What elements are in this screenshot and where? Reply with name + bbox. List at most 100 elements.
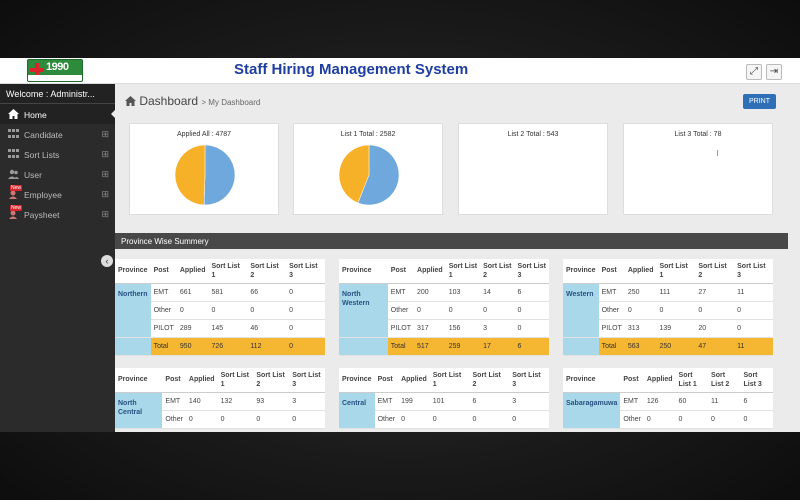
page-title: Dashboard xyxy=(139,94,199,108)
collapse-sidebar-button[interactable]: ‹ xyxy=(101,255,113,267)
list1-pie-chart xyxy=(339,145,399,205)
column-header: Sort List 2 xyxy=(695,259,735,284)
column-header: Post xyxy=(620,368,644,393)
chart-mark xyxy=(717,150,718,156)
column-header: Province xyxy=(563,259,599,284)
sidebar-item-home[interactable]: Home xyxy=(0,104,116,124)
card-title: List 3 Total : 78 xyxy=(674,131,722,138)
total-cell: 112 xyxy=(247,337,287,356)
sidebar-item-employee[interactable]: New Employee ⊞ xyxy=(0,184,115,204)
table-cell: 0 xyxy=(695,301,735,320)
home-icon xyxy=(125,96,136,106)
table-cell: 661 xyxy=(176,283,209,302)
section-title: Province Wise Summery xyxy=(115,233,788,249)
column-header: Sort List 1 xyxy=(675,368,709,393)
sidebar-item-label: Candidate xyxy=(24,130,63,140)
table-cell: EMT xyxy=(387,283,415,302)
table-cell: 289 xyxy=(176,319,209,338)
expand-icon[interactable]: ⊞ xyxy=(101,129,109,140)
column-header: Applied xyxy=(414,259,446,284)
table-cell: 14 xyxy=(480,283,515,302)
table-cell: 156 xyxy=(445,319,481,338)
table-cell: 199 xyxy=(398,392,430,411)
column-header: Sort List 3 xyxy=(509,368,549,393)
column-header: Sort List 3 xyxy=(514,259,549,284)
total-cell: Total xyxy=(387,337,415,356)
table-cell: 0 xyxy=(445,301,481,320)
card-title: List 2 Total : 543 xyxy=(507,131,559,138)
table-cell: EMT xyxy=(620,392,644,411)
column-header: Sort List 1 xyxy=(656,259,696,284)
expand-icon[interactable]: ⊞ xyxy=(101,189,109,200)
table-cell: Other xyxy=(620,410,644,429)
table-cell: 0 xyxy=(469,410,510,429)
table-cell: 0 xyxy=(286,301,325,320)
main-content: Dashboard > My Dashboard PRINT Applied A… xyxy=(115,84,788,432)
total-cell: 47 xyxy=(695,337,735,356)
sidebar-item-user[interactable]: User ⊞ xyxy=(0,164,115,184)
table-cell: Other xyxy=(598,301,625,320)
column-header: Applied xyxy=(185,368,218,393)
table-cell: 0 xyxy=(286,283,325,302)
column-header: Province xyxy=(563,368,621,393)
column-header: Sort List 2 xyxy=(253,368,290,393)
expand-icon[interactable]: ⊞ xyxy=(101,149,109,160)
table-cell: 60 xyxy=(675,392,709,411)
table-cell: 132 xyxy=(217,392,254,411)
table-cell: 0 xyxy=(253,410,290,429)
total-cell: 517 xyxy=(414,337,446,356)
total-cell: Total xyxy=(598,337,625,356)
fullscreen-button[interactable]: ⤢ xyxy=(746,64,762,80)
table-cell: Other xyxy=(374,410,399,429)
table-cell: 0 xyxy=(208,301,248,320)
table-cell: 0 xyxy=(398,410,430,429)
table-cell: 20 xyxy=(695,319,735,338)
table-cell: 46 xyxy=(247,319,287,338)
welcome-text: Welcome : Administr... xyxy=(0,84,115,104)
column-header: Post xyxy=(162,368,186,393)
sidebar: Welcome : Administr... Home Candidate ⊞ … xyxy=(0,84,116,432)
summary-card-list2: List 2 Total : 543 xyxy=(458,123,608,215)
table-row: North Western EMT 200 103 14 6 xyxy=(339,283,549,338)
province-name: Northern xyxy=(115,283,151,338)
sidebar-item-candidate[interactable]: Candidate ⊞ xyxy=(0,124,115,144)
table-cell: 103 xyxy=(445,283,481,302)
province-name: Western xyxy=(563,283,599,338)
sidebar-item-paysheet[interactable]: New Paysheet ⊞ xyxy=(0,204,115,224)
sidebar-item-label: Sort Lists xyxy=(24,150,60,160)
table-cell: 0 xyxy=(286,319,325,338)
column-header: Sort List 3 xyxy=(286,259,325,284)
province-name: Sabaragamuwa xyxy=(563,392,621,429)
total-cell: 17 xyxy=(480,337,515,356)
new-badge: New xyxy=(10,205,23,211)
column-header: Applied xyxy=(643,368,676,393)
total-row: Total 517 259 17 6 xyxy=(339,337,549,356)
table-cell: 3 xyxy=(480,319,515,338)
chevron-left-icon: ‹ xyxy=(105,256,109,266)
table-cell: 200 xyxy=(414,283,446,302)
expand-icon[interactable]: ⊞ xyxy=(101,169,109,180)
total-cell: Total xyxy=(150,337,177,356)
table-cell: EMT xyxy=(162,392,186,411)
logout-button[interactable]: ⇥ xyxy=(766,64,782,80)
sidebar-item-label: User xyxy=(24,170,42,180)
table-cell: 3 xyxy=(289,392,325,411)
sidebar-item-label: Home xyxy=(24,110,47,120)
page-header: Dashboard > My Dashboard xyxy=(125,94,260,108)
province-tables: Province Post Applied Sort List 1 Sort List … xyxy=(115,259,788,432)
summary-card-applied-all: Applied All : 4787 xyxy=(129,123,279,215)
table-cell: Other xyxy=(387,301,415,320)
table-cell: 93 xyxy=(253,392,290,411)
total-row: Total 563 250 47 11 xyxy=(563,337,773,356)
breadcrumb[interactable]: > My Dashboard xyxy=(201,98,260,107)
total-cell: 6 xyxy=(514,337,549,356)
province-table: Province Post Applied Sort List 1 Sort List … xyxy=(563,368,773,429)
table-row: Central EMT 199 101 6 3 xyxy=(339,392,549,429)
table-cell: 126 xyxy=(643,392,676,411)
column-header: Sort List 2 xyxy=(247,259,287,284)
print-button[interactable]: PRINT xyxy=(743,94,776,109)
sidebar-item-sort-lists[interactable]: Sort Lists ⊞ xyxy=(0,144,115,164)
expand-icon[interactable]: ⊞ xyxy=(101,209,109,220)
table-cell: PILOT xyxy=(150,319,177,338)
table-cell: 0 xyxy=(289,410,325,429)
